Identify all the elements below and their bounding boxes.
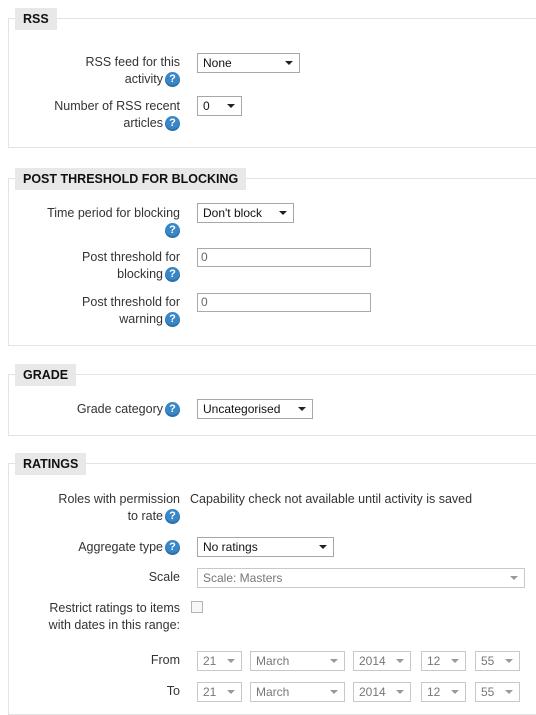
restrict-ratings-checkbox[interactable] — [191, 601, 203, 613]
from-label: From — [150, 653, 180, 667]
ratings-legend[interactable]: RATINGS — [15, 453, 87, 475]
blocking-period-select[interactable]: Don't block — [197, 203, 294, 223]
rss-feed-label: RSS feed for this activity? — [85, 55, 180, 88]
help-icon[interactable]: ? — [165, 267, 180, 283]
chevron-down-icon — [330, 659, 338, 663]
chevron-down-icon — [396, 659, 404, 663]
from-hour-select[interactable]: 12 — [421, 651, 466, 671]
aggregate-type-select[interactable]: No ratings — [197, 537, 334, 557]
warning-threshold-input[interactable]: 0 — [197, 293, 371, 312]
to-hour-select[interactable]: 12 — [421, 682, 466, 702]
blocking-threshold-label: Post threshold for blocking? — [82, 250, 180, 283]
chevron-down-icon — [227, 104, 235, 108]
grade-category-label: Grade category? — [10, 401, 180, 418]
chevron-down-icon — [227, 659, 235, 663]
chevron-down-icon — [510, 576, 518, 580]
to-day-select[interactable]: 21 — [197, 682, 242, 702]
grade-legend[interactable]: GRADE — [15, 364, 77, 386]
from-day-select[interactable]: 21 — [197, 651, 242, 671]
scale-label: Scale — [148, 570, 180, 584]
help-icon[interactable]: ? — [165, 402, 180, 418]
ratings-roles-value: Capability check not available until act… — [190, 492, 473, 506]
warning-threshold-label: Post threshold for warning? — [82, 295, 180, 328]
grade-category-select[interactable]: Uncategorised — [197, 399, 313, 419]
blocking-period-label: Time period for blocking ? — [47, 206, 180, 239]
chevron-down-icon — [298, 407, 306, 411]
ratings-roles-label: Roles with permission to rate? — [58, 492, 180, 525]
from-minute-select[interactable]: 55 — [475, 651, 520, 671]
chevron-down-icon — [227, 690, 235, 694]
restrict-ratings-label: Restrict ratings to items with dates in … — [48, 601, 180, 632]
chevron-down-icon — [505, 690, 513, 694]
chevron-down-icon — [279, 211, 287, 215]
chevron-down-icon — [285, 61, 293, 65]
chevron-down-icon — [505, 659, 513, 663]
to-minute-select[interactable]: 55 — [475, 682, 520, 702]
help-icon[interactable]: ? — [165, 116, 180, 132]
chevron-down-icon — [451, 659, 459, 663]
aggregate-type-label: Aggregate type? — [10, 539, 180, 556]
help-icon[interactable]: ? — [165, 223, 180, 239]
help-icon[interactable]: ? — [165, 72, 180, 88]
rss-feed-select[interactable]: None — [197, 53, 300, 73]
blocking-legend[interactable]: POST THRESHOLD FOR BLOCKING — [15, 168, 247, 190]
help-icon[interactable]: ? — [165, 312, 180, 328]
to-month-select[interactable]: March — [250, 682, 345, 702]
rss-legend[interactable]: RSS — [15, 8, 57, 30]
rss-articles-select[interactable]: 0 — [197, 96, 242, 116]
help-icon[interactable]: ? — [165, 509, 180, 525]
chevron-down-icon — [451, 690, 459, 694]
chevron-down-icon — [330, 690, 338, 694]
from-month-select[interactable]: March — [250, 651, 345, 671]
scale-select[interactable]: Scale: Masters — [197, 568, 525, 588]
from-year-select[interactable]: 2014 — [353, 651, 411, 671]
chevron-down-icon — [319, 545, 327, 549]
to-label: To — [166, 684, 180, 698]
blocking-threshold-input[interactable]: 0 — [197, 248, 371, 267]
help-icon[interactable]: ? — [165, 540, 180, 556]
chevron-down-icon — [396, 690, 404, 694]
to-year-select[interactable]: 2014 — [353, 682, 411, 702]
rss-articles-label: Number of RSS recent articles? — [54, 99, 180, 132]
